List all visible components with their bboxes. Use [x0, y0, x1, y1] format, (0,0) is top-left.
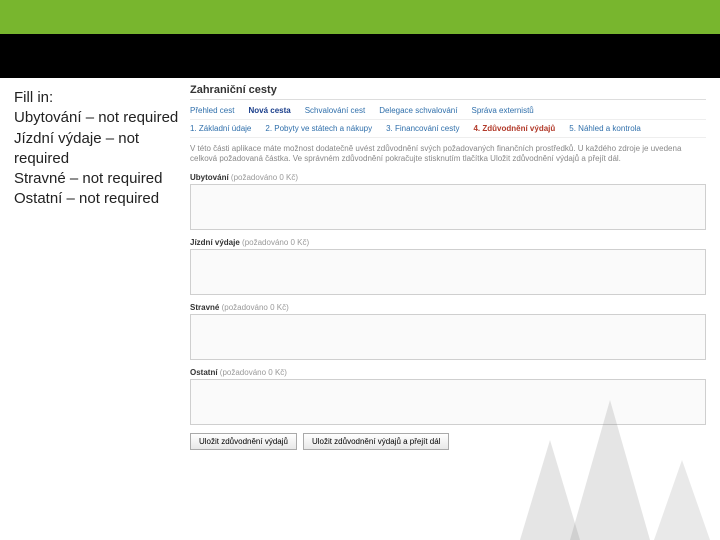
instructions-pane: Fill in: Ubytování – not required Jízdní… [0, 78, 190, 540]
field-label-ubytovani: Ubytování (požadováno 0 Kč) [190, 173, 706, 182]
tab-nova-cesta[interactable]: Nová cesta [248, 106, 290, 115]
instruction-line: Stravné – not required [14, 169, 182, 189]
field-block-stravne: Stravné (požadováno 0 Kč) [190, 303, 706, 362]
instructions-heading: Fill in: [14, 88, 182, 108]
step-2[interactable]: 2. Pobyty ve státech a nákupy [265, 124, 372, 133]
panel-title: Zahraniční cesty [190, 84, 706, 100]
textarea-ubytovani[interactable] [190, 184, 706, 230]
tab-sprava-externistu[interactable]: Správa externistů [471, 106, 533, 115]
instruction-line: Ostatní – not required [14, 189, 182, 209]
field-label-stravne: Stravné (požadováno 0 Kč) [190, 303, 706, 312]
textarea-stravne[interactable] [190, 314, 706, 360]
save-button[interactable]: Uložit zdůvodnění výdajů [190, 433, 297, 450]
field-block-ubytovani: Ubytování (požadováno 0 Kč) [190, 173, 706, 232]
textarea-jizdni-vydaje[interactable] [190, 249, 706, 295]
topbar-black [0, 34, 720, 78]
instruction-line: Jízdní výdaje – not required [14, 129, 182, 170]
field-name: Jízdní výdaje [190, 238, 240, 247]
field-name: Ostatní [190, 368, 218, 377]
field-muted: (požadováno 0 Kč) [231, 173, 298, 182]
field-label-ostatni: Ostatní (požadováno 0 Kč) [190, 368, 706, 377]
field-muted: (požadováno 0 Kč) [222, 303, 289, 312]
step-3[interactable]: 3. Financování cesty [386, 124, 459, 133]
step-4[interactable]: 4. Zdůvodnění výdajů [473, 124, 555, 133]
field-block-jizdni-vydaje: Jízdní výdaje (požadováno 0 Kč) [190, 238, 706, 297]
tab-schvalovani-cest[interactable]: Schvalování cest [305, 106, 365, 115]
step-5[interactable]: 5. Náhled a kontrola [569, 124, 641, 133]
tabs-row: Přehled cest Nová cesta Schvalování cest… [190, 106, 706, 115]
instruction-line: Ubytování – not required [14, 108, 182, 128]
steps-row: 1. Základní údaje 2. Pobyty ve státech a… [190, 119, 706, 138]
triangle-decoration-icon [570, 400, 650, 540]
save-next-button[interactable]: Uložit zdůvodnění výdajů a přejít dál [303, 433, 450, 450]
field-name: Ubytování [190, 173, 229, 182]
field-label-jizdni-vydaje: Jízdní výdaje (požadováno 0 Kč) [190, 238, 706, 247]
triangle-decoration-icon [654, 460, 710, 540]
topbar-green [0, 0, 720, 34]
field-name: Stravné [190, 303, 219, 312]
field-muted: (požadováno 0 Kč) [242, 238, 309, 247]
tab-prehled-cest[interactable]: Přehled cest [190, 106, 234, 115]
field-muted: (požadováno 0 Kč) [220, 368, 287, 377]
helptext: V této části aplikace máte možnost dodat… [190, 144, 706, 165]
step-1[interactable]: 1. Základní údaje [190, 124, 251, 133]
tab-delegace-schvalovani[interactable]: Delegace schvalování [379, 106, 457, 115]
